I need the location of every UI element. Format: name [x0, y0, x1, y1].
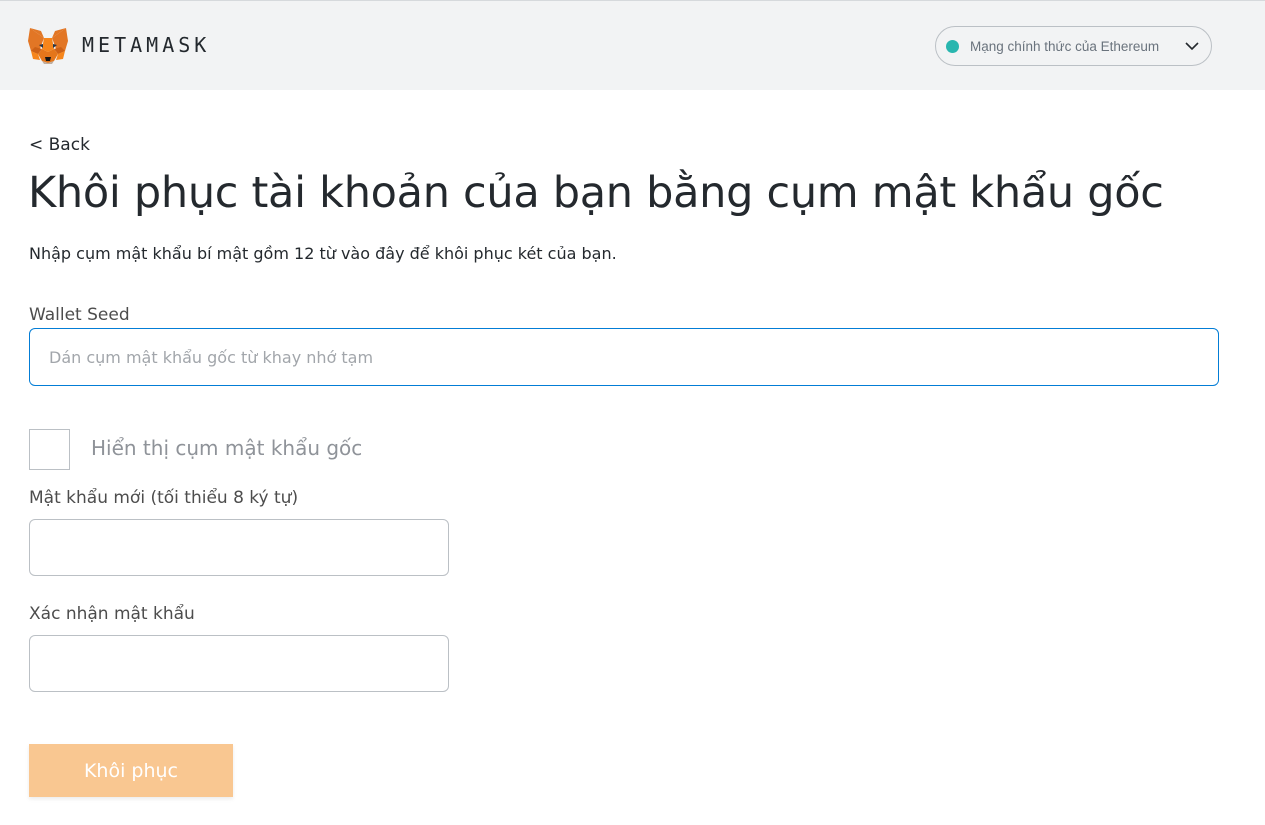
wallet-seed-input[interactable]	[29, 328, 1219, 386]
app-header: METAMASK Mạng chính thức của Ethereum	[0, 0, 1265, 90]
page-subtitle: Nhập cụm mật khẩu bí mật gồm 12 từ vào đ…	[29, 244, 617, 263]
network-label: Mạng chính thức của Ethereum	[970, 38, 1160, 54]
chevron-down-icon	[1185, 42, 1199, 51]
metamask-fox-icon	[28, 28, 68, 64]
new-password-input[interactable]	[29, 519, 449, 576]
restore-button[interactable]: Khôi phục	[29, 744, 233, 797]
wallet-seed-label: Wallet Seed	[29, 305, 130, 325]
show-seed-checkbox[interactable]	[29, 429, 70, 470]
confirm-password-label: Xác nhận mật khẩu	[29, 604, 195, 624]
page-title: Khôi phục tài khoản của bạn bằng cụm mật…	[28, 168, 1164, 218]
back-link[interactable]: < Back	[29, 135, 90, 155]
network-status-dot	[946, 39, 959, 53]
show-seed-label[interactable]: Hiển thị cụm mật khẩu gốc	[91, 436, 362, 460]
confirm-password-input[interactable]	[29, 635, 449, 692]
brand-wordmark: METAMASK	[82, 33, 211, 57]
new-password-label: Mật khẩu mới (tối thiểu 8 ký tự)	[29, 488, 299, 508]
network-selector[interactable]: Mạng chính thức của Ethereum	[935, 26, 1212, 66]
